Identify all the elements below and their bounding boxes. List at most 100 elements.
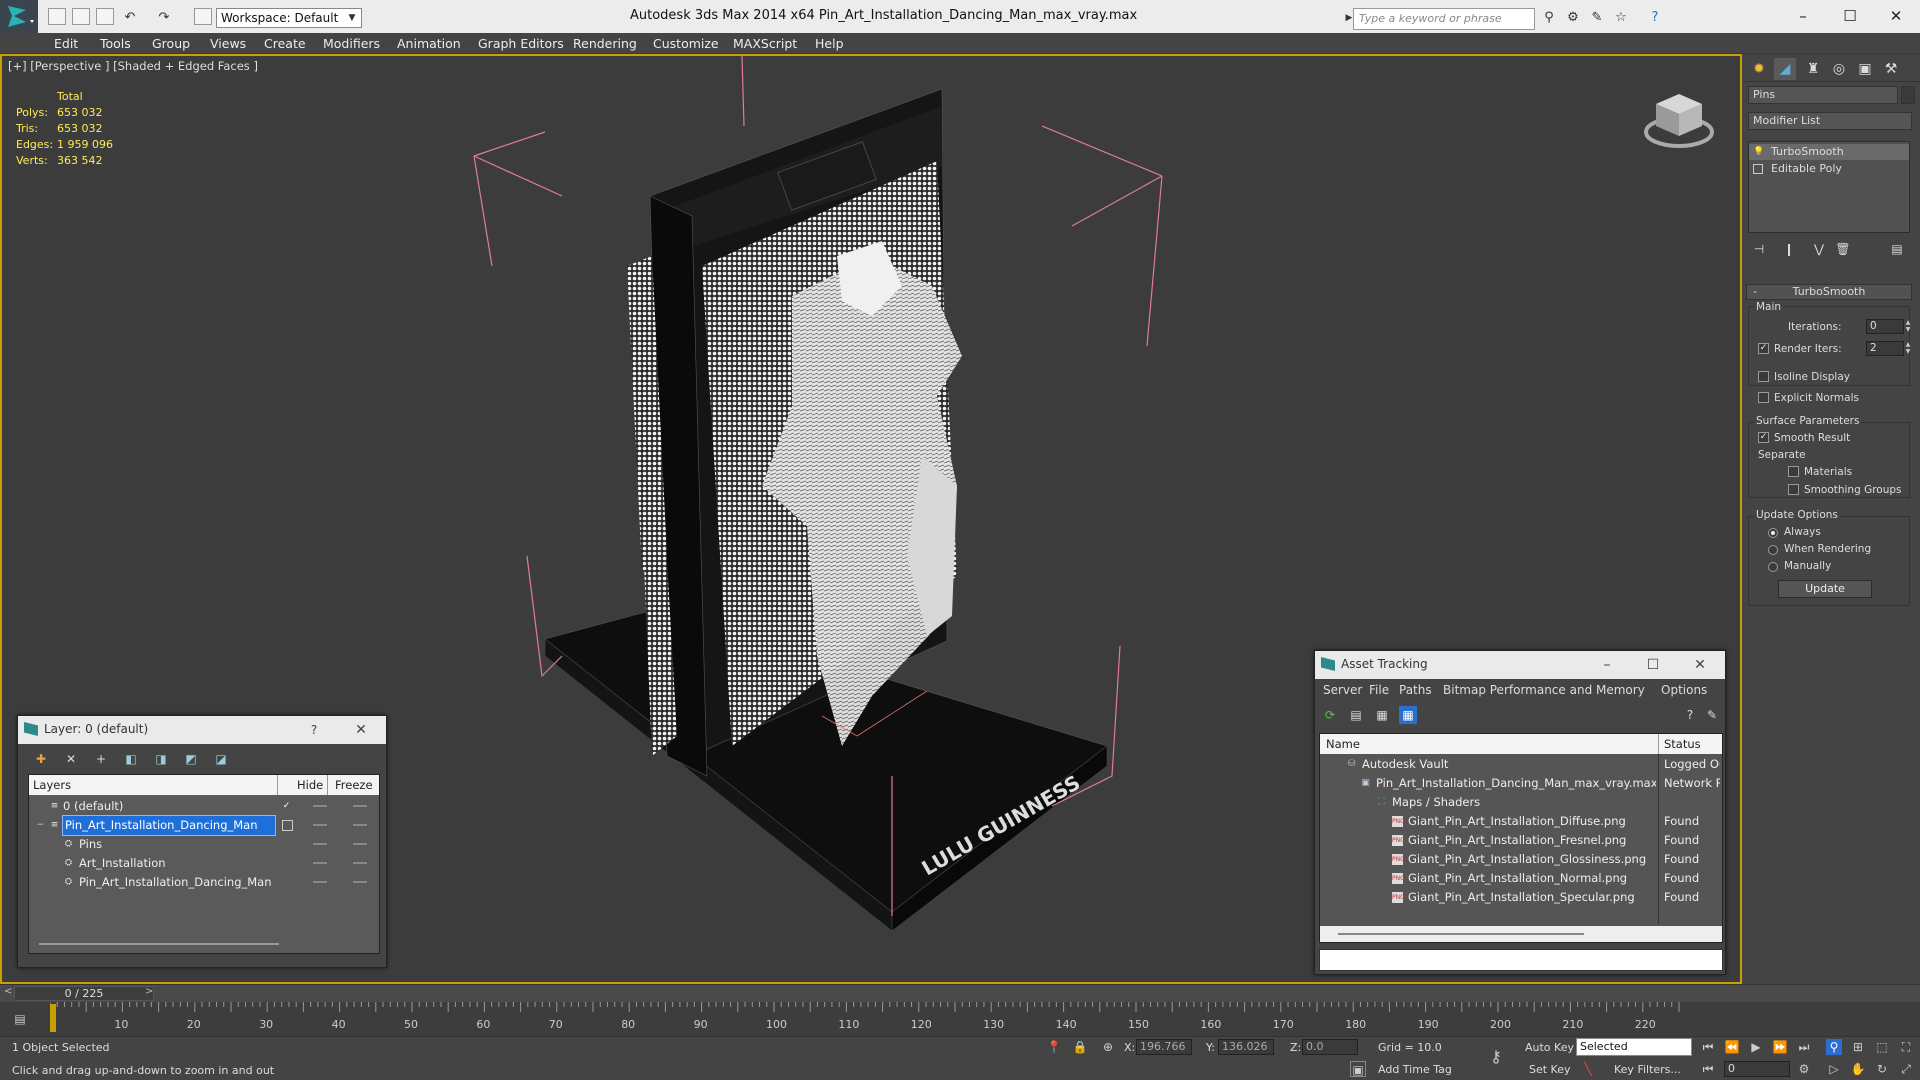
isoline-checkbox[interactable] (1758, 371, 1769, 382)
new-file-icon[interactable] (48, 8, 66, 25)
menu-customize[interactable]: Customize (653, 36, 719, 51)
time-slider-next-icon[interactable]: > (145, 986, 153, 997)
next-frame-icon[interactable]: ⏩ (1772, 1039, 1788, 1055)
freeze-toggle[interactable] (353, 824, 367, 826)
freeze-all-layers-icon[interactable]: ◪ (212, 750, 230, 768)
communication-icon[interactable]: ✎ (1589, 10, 1605, 26)
close-icon[interactable]: ✕ (1690, 655, 1710, 675)
add-time-tag[interactable]: Add Time Tag (1378, 1063, 1452, 1076)
minimize-icon[interactable]: – (1597, 655, 1617, 675)
freeze-toggle[interactable] (353, 881, 367, 883)
x-coordinate[interactable]: 196.766 (1136, 1039, 1192, 1055)
menu-maxscript[interactable]: MAXScript (733, 36, 797, 51)
zoom-icon[interactable]: ⚲ (1826, 1039, 1842, 1055)
asset-name[interactable]: Autodesk Vault (1362, 755, 1656, 774)
go-to-end-icon[interactable]: ⏭ (1796, 1039, 1812, 1055)
collapse-icon[interactable]: - (1753, 285, 1757, 299)
menu-server[interactable]: Server (1323, 683, 1362, 697)
viewcube-icon[interactable] (1644, 84, 1714, 154)
modify-tab-icon[interactable]: ◢ (1774, 58, 1796, 80)
table-view-icon[interactable]: ▦ (1399, 706, 1417, 724)
hide-toggle[interactable] (313, 824, 327, 826)
orbit-icon[interactable]: ↻ (1874, 1061, 1890, 1077)
maximize-icon[interactable]: ☐ (1643, 655, 1663, 675)
pan-view-icon[interactable]: ✋ (1850, 1061, 1866, 1077)
asset-name[interactable]: Giant_Pin_Art_Installation_Glossiness.pn… (1408, 850, 1656, 869)
help-icon[interactable]: ? (304, 720, 324, 740)
hide-all-layers-icon[interactable]: ◩ (182, 750, 200, 768)
create-layer-icon[interactable]: ✚ (32, 750, 50, 768)
previous-frame-icon[interactable]: ⏪ (1724, 1039, 1740, 1055)
stack-item-turbosmooth[interactable]: 💡 TurboSmooth (1749, 144, 1909, 160)
redo-icon[interactable]: ↷ (156, 10, 172, 26)
remove-modifier-icon[interactable]: 🗑 (1834, 240, 1852, 258)
menu-create[interactable]: Create (264, 36, 306, 51)
menu-rendering[interactable]: Rendering (573, 36, 637, 51)
project-folder-icon[interactable] (194, 8, 212, 25)
zoom-extents-icon[interactable]: ⬚ (1874, 1039, 1890, 1055)
go-to-start-icon[interactable]: ⏮ (1700, 1039, 1716, 1055)
set-active-box[interactable] (282, 820, 293, 831)
menu-bitmap-performance[interactable]: Bitmap Performance and Memory (1443, 683, 1645, 697)
maximize-icon[interactable]: ☐ (1840, 6, 1860, 26)
set-key-icon[interactable]: ╲ (1580, 1061, 1596, 1077)
motion-tab-icon[interactable]: ◎ (1828, 58, 1850, 80)
object-name[interactable]: Art_Installation (79, 854, 166, 873)
smooth-result-checkbox[interactable]: ✓ (1758, 432, 1769, 443)
key-filters-button[interactable]: Key Filters... (1614, 1063, 1681, 1076)
object-color-swatch[interactable] (1901, 86, 1915, 104)
undo-icon[interactable]: ↶ (122, 10, 138, 26)
spinner-arrows-icon[interactable]: ▲ ▼ (1904, 319, 1912, 334)
menu-paths[interactable]: Paths (1399, 683, 1432, 697)
render-iters-checkbox[interactable]: ✓ (1758, 343, 1769, 354)
table-row[interactable]: ⛁ Autodesk Vault Logged Ou (1320, 755, 1722, 774)
close-icon[interactable]: ✕ (351, 720, 371, 740)
configure-sets-icon[interactable]: ▤ (1888, 240, 1906, 258)
zoom-all-icon[interactable]: ⊞ (1850, 1039, 1866, 1055)
menu-animation[interactable]: Animation (397, 36, 461, 51)
iterations-spinner[interactable]: 0 (1866, 319, 1904, 334)
expand-box-icon[interactable] (1753, 164, 1763, 174)
minimize-icon[interactable]: – (1793, 6, 1813, 26)
set-key-button[interactable]: Set Key (1529, 1063, 1571, 1076)
asset-name[interactable]: Giant_Pin_Art_Installation_Normal.png (1408, 869, 1656, 888)
column-name[interactable]: Name (1326, 737, 1360, 751)
time-slider[interactable]: < 0 / 225 > (0, 984, 1920, 1002)
z-coordinate[interactable]: 0.0 (1302, 1039, 1358, 1055)
field-of-view-icon[interactable]: ▷ (1826, 1061, 1842, 1077)
help-icon[interactable]: ? (1681, 706, 1699, 724)
detail-view-icon[interactable]: ▦ (1373, 706, 1391, 724)
always-radio[interactable] (1768, 528, 1778, 538)
absolute-mode-icon[interactable]: ⊕ (1100, 1039, 1116, 1055)
create-tab-icon[interactable]: ✹ (1748, 58, 1770, 80)
curve-editor-icon[interactable]: ▤ (12, 1011, 28, 1027)
play-icon[interactable]: ▶ (1748, 1039, 1764, 1055)
search-input[interactable]: Type a keyword or phrase (1353, 8, 1535, 30)
time-slider-thumb[interactable]: 0 / 225 (14, 986, 154, 1001)
menu-edit[interactable]: Edit (54, 36, 78, 51)
column-hide[interactable]: Hide (297, 778, 323, 792)
active-check-icon[interactable]: ✓ (281, 801, 292, 812)
when-rendering-radio[interactable] (1768, 545, 1778, 555)
hide-toggle[interactable] (313, 862, 327, 864)
app-logo-icon[interactable] (0, 0, 38, 33)
materials-checkbox[interactable] (1788, 466, 1799, 477)
current-frame-marker[interactable] (50, 1004, 56, 1032)
column-status[interactable]: Status (1664, 737, 1701, 751)
current-frame-field[interactable]: 0 (1724, 1061, 1790, 1077)
menu-file[interactable]: File (1369, 683, 1389, 697)
save-file-icon[interactable] (96, 8, 114, 25)
hide-toggle[interactable] (313, 843, 327, 845)
highlight-layer-icon[interactable]: ◨ (152, 750, 170, 768)
menu-modifiers[interactable]: Modifiers (323, 36, 380, 51)
menu-options[interactable]: Options (1661, 683, 1707, 697)
collapse-icon[interactable]: − (35, 820, 46, 831)
workspace-dropdown[interactable]: Workspace: Default (216, 8, 362, 28)
menu-help[interactable]: Help (815, 36, 844, 51)
favorites-star-icon[interactable]: ☆ (1613, 10, 1629, 26)
chevron-down-icon[interactable]: ▼ (344, 10, 360, 26)
key-mode-dropdown[interactable]: Selected (1576, 1038, 1692, 1056)
lock-selection-icon[interactable]: 🔒 (1072, 1039, 1088, 1055)
y-coordinate[interactable]: 136.026 (1218, 1039, 1274, 1055)
asset-dialog-titlebar[interactable]: Asset Tracking – ☐ ✕ (1315, 651, 1725, 679)
